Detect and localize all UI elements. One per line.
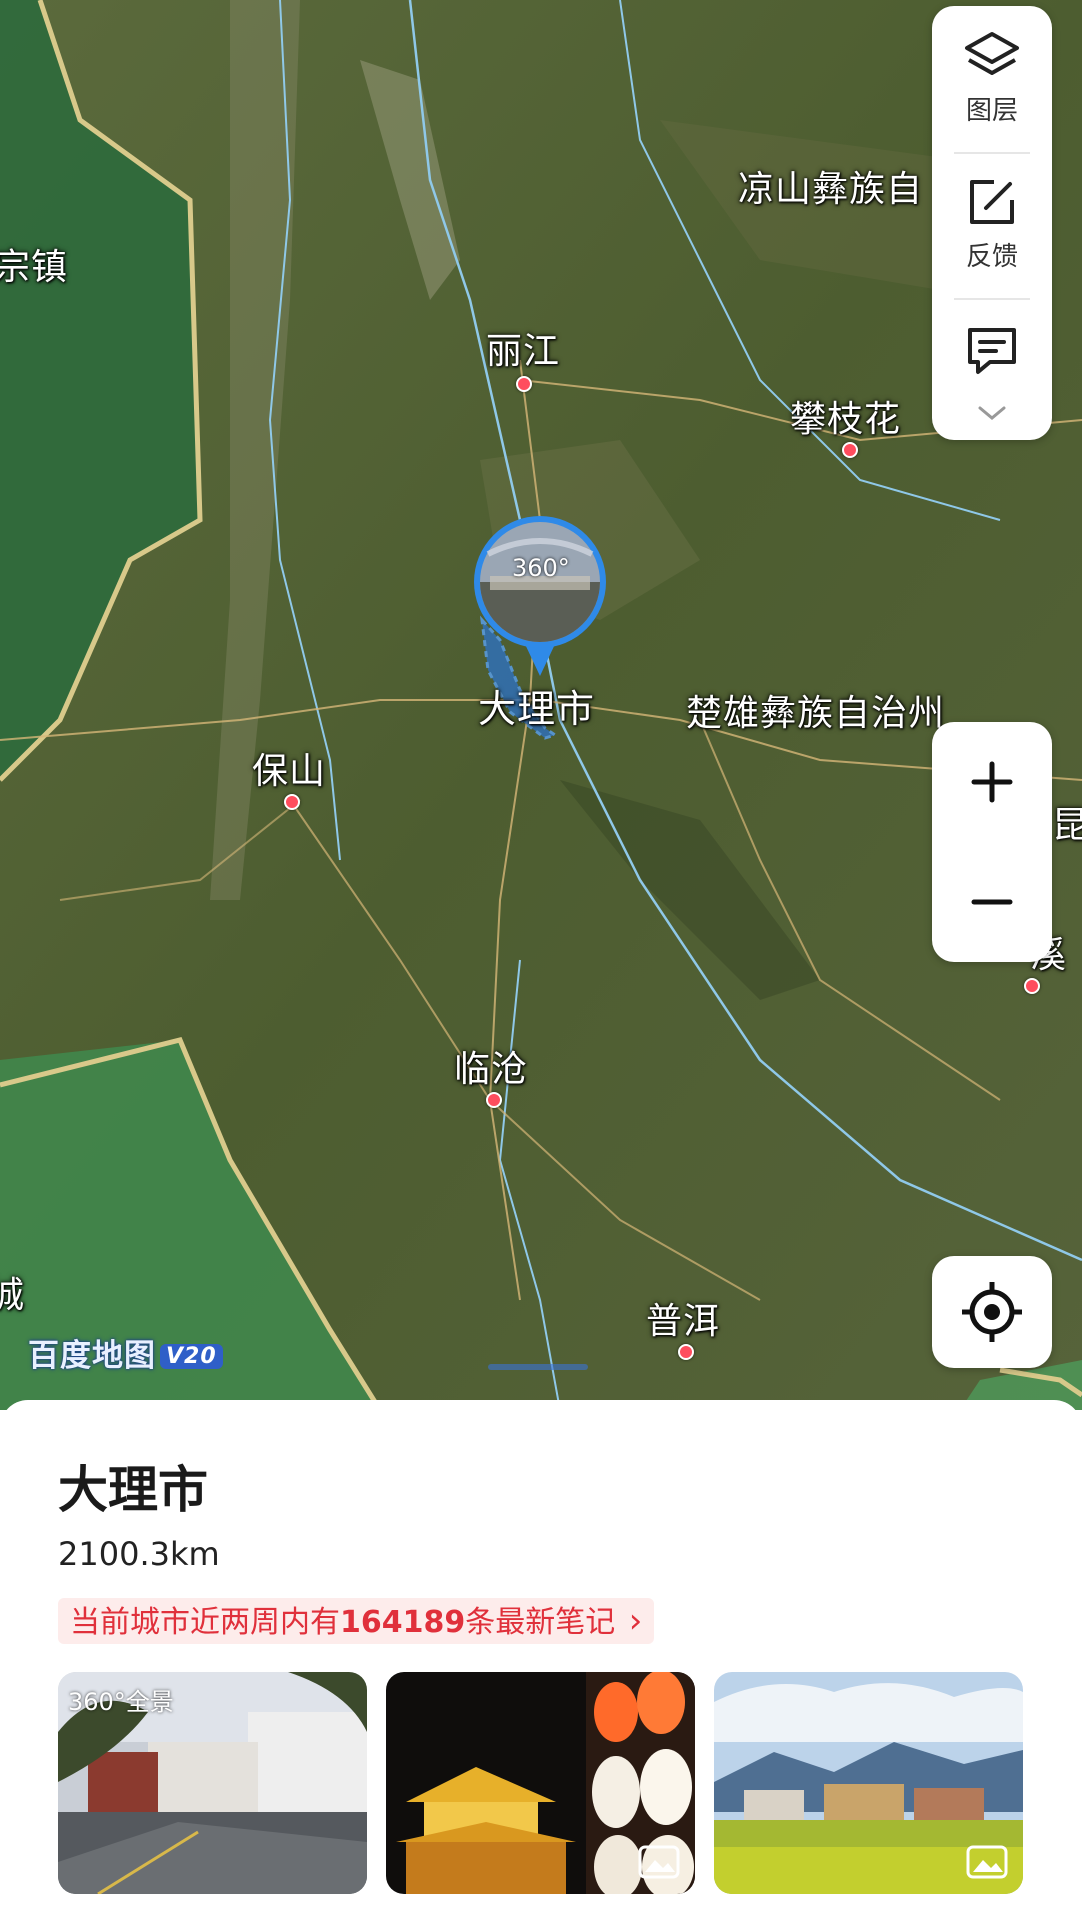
minus-icon bbox=[971, 899, 1013, 905]
chevron-down-icon bbox=[978, 406, 1006, 420]
city-dot-lincang[interactable] bbox=[486, 1092, 502, 1108]
logo-version: V20 bbox=[160, 1344, 223, 1369]
panorama-thumbnail[interactable]: 360°全景 bbox=[58, 1672, 367, 1894]
plus-icon bbox=[971, 761, 1013, 803]
feedback-label: 反馈 bbox=[965, 242, 1018, 272]
zoom-panel bbox=[932, 722, 1052, 962]
city-label-lijiang[interactable]: 丽江 bbox=[486, 322, 560, 374]
region-label-liangshan: 凉山彝族自 bbox=[738, 169, 924, 210]
zoom-out-button[interactable] bbox=[932, 842, 1052, 962]
city-label-lincang[interactable]: 临沧 bbox=[454, 1040, 528, 1092]
notes-banner[interactable]: 当前城市近两周内有164189条最新笔记 › bbox=[58, 1598, 655, 1644]
logo-text: 百度地图 bbox=[28, 1338, 156, 1374]
photo-thumbnail-night[interactable] bbox=[386, 1672, 695, 1894]
region-label-edge: 城 bbox=[0, 1275, 26, 1316]
city-dot-yuxi[interactable] bbox=[1024, 978, 1040, 994]
place-info-sheet[interactable]: 大理市 2100.3km 当前城市近两周内有164189条最新笔记 › 360°… bbox=[0, 1400, 1082, 1923]
divider bbox=[954, 152, 1030, 154]
baidu-map-logo: 百度地图 V20 bbox=[28, 1330, 223, 1375]
region-label-town: 宗镇 bbox=[0, 247, 69, 288]
zoom-in-button[interactable] bbox=[932, 722, 1052, 842]
panorama-marker[interactable]: 360° bbox=[470, 514, 610, 678]
region-label-kunming: 昆 bbox=[1052, 805, 1082, 846]
city-label-panzhihua[interactable]: 攀枝花 bbox=[790, 390, 901, 442]
photo-thumbnail-village[interactable] bbox=[714, 1672, 1023, 1894]
locate-button[interactable] bbox=[932, 1256, 1052, 1368]
notes-prefix: 当前城市近两周内有 bbox=[70, 1605, 340, 1640]
city-dot-panzhihua[interactable] bbox=[842, 442, 858, 458]
locate-icon bbox=[962, 1282, 1022, 1342]
layers-icon bbox=[965, 32, 1019, 75]
feedback-button[interactable]: 反馈 bbox=[932, 176, 1052, 273]
city-dot-lijiang[interactable] bbox=[516, 376, 532, 392]
map-tools-panel: 图层 反馈 bbox=[932, 6, 1052, 440]
edit-icon bbox=[970, 180, 1014, 224]
divider bbox=[954, 298, 1030, 300]
place-title: 大理市 bbox=[58, 1461, 208, 1519]
layers-label: 图层 bbox=[965, 96, 1018, 126]
layers-button[interactable]: 图层 bbox=[932, 30, 1052, 127]
place-distance: 2100.3km bbox=[58, 1535, 220, 1573]
chevron-right-icon: › bbox=[628, 1601, 643, 1641]
city-dot-baoshan[interactable] bbox=[284, 794, 300, 810]
notes-count: 164189 bbox=[340, 1605, 466, 1640]
city-label-puer[interactable]: 普洱 bbox=[646, 1292, 720, 1344]
city-dot-puer[interactable] bbox=[678, 1344, 694, 1360]
message-icon bbox=[968, 328, 1016, 374]
region-label-chuxiong: 楚雄彝族自治州 bbox=[686, 693, 946, 734]
notes-button[interactable] bbox=[932, 324, 1052, 380]
notes-suffix: 条最新笔记 bbox=[465, 1605, 616, 1640]
city-label-dali[interactable]: 大理市 bbox=[478, 678, 595, 733]
city-label-baoshan[interactable]: 保山 bbox=[252, 742, 326, 794]
satellite-map[interactable]: 丽江 攀枝花 保山 临沧 普洱 大理市 凉山彝族自 楚雄彝族自治州 宗镇 昆 溪… bbox=[0, 0, 1082, 1410]
image-icon bbox=[638, 1845, 680, 1879]
panorama-badge: 360° bbox=[512, 554, 570, 582]
image-icon bbox=[966, 1845, 1008, 1879]
panorama-pin-icon bbox=[474, 516, 606, 676]
expand-tools-button[interactable] bbox=[932, 404, 1052, 426]
panorama-badge-thumb: 360°全景 bbox=[68, 1688, 174, 1716]
